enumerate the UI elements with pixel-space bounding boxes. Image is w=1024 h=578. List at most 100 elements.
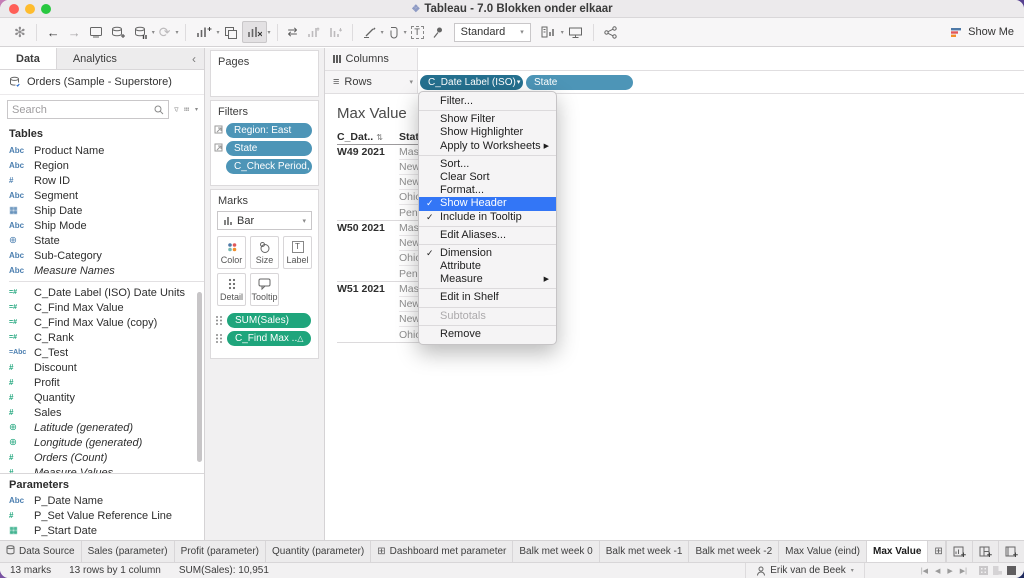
sheet-tab-max-value[interactable]: Max Value — [867, 541, 928, 562]
show-hide-cards-icon[interactable] — [537, 21, 560, 43]
sheet-tab-quantity-parameter[interactable]: Quantity (parameter) — [266, 541, 371, 562]
color-button[interactable]: Color — [217, 236, 246, 269]
show-sheet-view-icon[interactable] — [1007, 566, 1016, 575]
field-row[interactable]: ⊕Latitude (generated) — [0, 420, 204, 435]
group-members-icon[interactable] — [384, 21, 403, 43]
new-worksheet-icon[interactable] — [192, 21, 216, 43]
next-tab-icon[interactable]: ▶ — [947, 567, 952, 575]
field-row[interactable]: =AbcC_Test — [0, 345, 204, 360]
marks-pill[interactable]: SUM(Sales) — [227, 313, 311, 328]
sheet-tab-balk-met-week-1[interactable]: Balk met week -1 — [600, 541, 690, 562]
first-tab-icon[interactable]: |◀ — [921, 567, 928, 575]
sheet-tab-dashboard-met-vergelijk[interactable]: ⊞Dashboard met vergelijk — [928, 541, 946, 562]
save-icon[interactable] — [85, 21, 107, 43]
rows-shelf-content[interactable]: C_Date Label (ISO)▾State — [418, 71, 1024, 93]
sheet-tab-dashboard-met-parameter[interactable]: ⊞Dashboard met parameter — [371, 541, 513, 562]
size-button[interactable]: Size — [250, 236, 279, 269]
swap-rows-columns-icon[interactable]: ⇄ — [284, 21, 302, 43]
field-row[interactable]: AbcShip Mode — [0, 218, 204, 233]
run-update-caret-icon[interactable]: ▾ — [175, 29, 178, 36]
field-row[interactable]: #Measure Values — [0, 465, 204, 473]
sort-ascending-icon[interactable] — [302, 21, 324, 43]
menu-item-include-in-tooltip[interactable]: ✓Include in Tooltip — [419, 211, 556, 224]
undo-back-icon[interactable]: ← — [43, 21, 64, 43]
view-options-caret-icon[interactable]: ▾ — [195, 106, 198, 113]
view-options-icon[interactable] — [184, 104, 189, 115]
field-row[interactable]: ▦Ship Date — [0, 203, 204, 218]
field-row[interactable]: AbcSub-Category — [0, 248, 204, 263]
field-row[interactable]: #Row ID — [0, 173, 204, 188]
menu-item-remove[interactable]: Remove — [419, 328, 556, 341]
week-header[interactable]: W51 2021 — [337, 283, 385, 295]
menu-item-filter[interactable]: Filter... — [419, 95, 556, 108]
field-row[interactable]: #Profit — [0, 375, 204, 390]
last-tab-icon[interactable]: ▶| — [960, 567, 967, 575]
field-row[interactable]: AbcRegion — [0, 158, 204, 173]
run-update-icon[interactable]: ⟳ — [155, 21, 175, 43]
menu-item-attribute[interactable]: Attribute — [419, 260, 556, 273]
menu-item-show-filter[interactable]: Show Filter — [419, 113, 556, 126]
menu-item-clear-sort[interactable]: Clear Sort — [419, 171, 556, 184]
field-row[interactable]: AbcMeasure Names — [0, 263, 204, 278]
pause-auto-updates-icon[interactable] — [130, 21, 151, 43]
tab-data[interactable]: Data — [0, 48, 57, 69]
sheet-tab-max-value-eind[interactable]: Max Value (eind) — [779, 541, 867, 562]
menu-item-dimension[interactable]: ✓Dimension — [419, 247, 556, 260]
duplicate-sheet-icon[interactable] — [220, 21, 242, 43]
field-row[interactable]: #P_Set Value Reference Line — [0, 508, 204, 523]
field-row[interactable]: ⊕State — [0, 233, 204, 248]
new-worksheet-tab-button[interactable] — [946, 541, 972, 562]
filter-pill[interactable]: State — [226, 141, 312, 156]
rows-shelf-pill[interactable]: C_Date Label (ISO)▾ — [420, 75, 523, 90]
show-filmstrip-view-icon[interactable] — [993, 566, 1002, 575]
filter-pill[interactable]: C_Check Period, .. — [226, 159, 312, 174]
detail-button[interactable]: Detail — [217, 273, 246, 306]
menu-item-apply-to-worksheets[interactable]: Apply to Worksheets▶ — [419, 140, 556, 153]
menu-item-format[interactable]: Format... — [419, 184, 556, 197]
week-column-header[interactable]: C_Dat.. — [337, 131, 373, 143]
sheet-tab-balk-met-week-2[interactable]: Balk met week -2 — [689, 541, 779, 562]
show-me-button[interactable]: Show Me — [950, 26, 1014, 38]
field-row[interactable]: =#C_Rank — [0, 330, 204, 345]
menu-item-show-highlighter[interactable]: Show Highlighter — [419, 126, 556, 139]
menu-item-edit-in-shelf[interactable]: Edit in Shelf — [419, 291, 556, 304]
menu-item-edit-aliases[interactable]: Edit Aliases... — [419, 229, 556, 242]
columns-shelf[interactable]: Columns — [325, 48, 1024, 71]
sheet-tab-balk-met-week-0[interactable]: Balk met week 0 — [513, 541, 599, 562]
filter-fields-icon[interactable] — [174, 104, 179, 115]
field-row[interactable]: ⊕Longitude (generated) — [0, 435, 204, 450]
clear-sheet-caret-icon[interactable]: ▾ — [268, 29, 271, 36]
week-header[interactable]: W49 2021 — [337, 146, 385, 158]
field-row[interactable]: =#C_Date Label (ISO) Date Units — [0, 285, 204, 300]
columns-shelf-content[interactable] — [418, 48, 1024, 70]
new-dashboard-button[interactable] — [972, 541, 998, 562]
week-header[interactable]: W50 2021 — [337, 222, 385, 234]
sheet-tab-sales-parameter[interactable]: Sales (parameter) — [82, 541, 175, 562]
menu-item-sort[interactable]: Sort... — [419, 158, 556, 171]
field-row[interactable]: #Sales — [0, 405, 204, 420]
mark-type-dropdown[interactable]: Bar ▾ — [217, 211, 312, 230]
field-row[interactable]: =#C_Find Max Value (copy) — [0, 315, 204, 330]
field-list-scrollbar[interactable] — [197, 292, 202, 462]
field-row[interactable]: ▦P_Start Date — [0, 523, 204, 538]
signed-in-user[interactable]: Erik van de Beek ▾ — [745, 563, 865, 578]
search-input-box[interactable] — [7, 100, 169, 119]
search-input[interactable] — [12, 104, 154, 116]
tab-analytics[interactable]: Analytics — [57, 48, 133, 69]
show-mark-labels-icon[interactable]: T — [407, 21, 428, 43]
sheet-tab-profit-parameter[interactable]: Profit (parameter) — [175, 541, 266, 562]
field-row[interactable]: AbcP_Date Name — [0, 493, 204, 508]
label-button[interactable]: T Label — [283, 236, 312, 269]
field-row[interactable]: #Orders (Count) — [0, 450, 204, 465]
field-row[interactable]: =#C_Find Max Value — [0, 300, 204, 315]
sort-descending-icon[interactable] — [324, 21, 346, 43]
redo-forward-icon[interactable]: → — [64, 21, 85, 43]
tooltip-button[interactable]: Tooltip — [250, 273, 279, 306]
collapse-pane-icon[interactable]: ‹ — [184, 48, 204, 69]
marks-pill[interactable]: C_Find Max ..△ — [227, 331, 311, 346]
tableau-logo-icon[interactable]: ✻ — [10, 21, 30, 43]
filter-pill[interactable]: Region: East — [226, 123, 312, 138]
rows-shelf-pill[interactable]: State — [526, 75, 633, 90]
sort-indicator-icon[interactable]: ⇅ — [376, 133, 383, 142]
field-row[interactable]: AbcProduct Name — [0, 143, 204, 158]
